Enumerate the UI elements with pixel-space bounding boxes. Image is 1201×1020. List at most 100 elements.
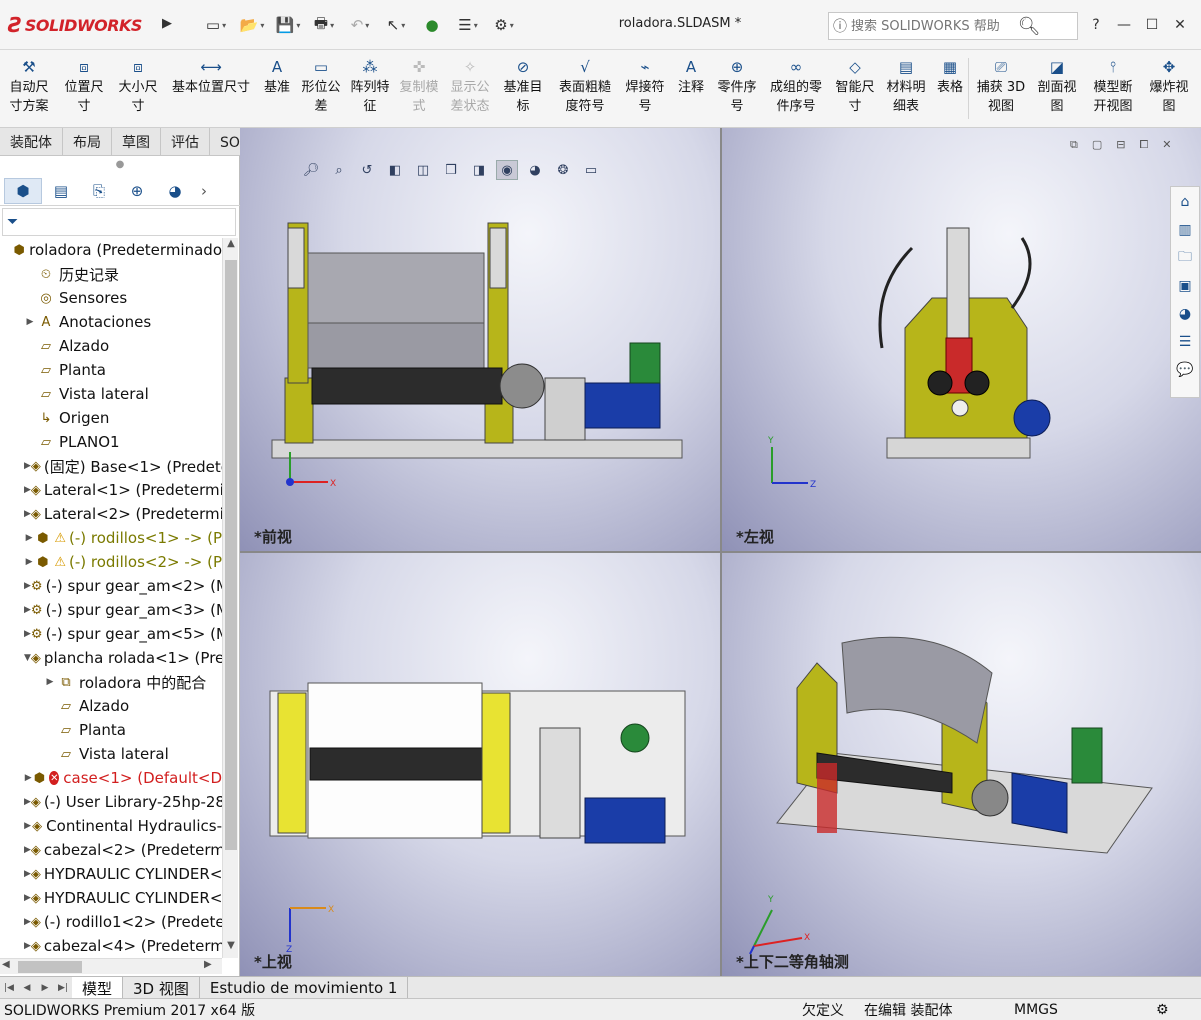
graphics-area[interactable]: *前视 X *左视 Y Z *上视 X Z *上下二等角轴测 Y X [240, 128, 1201, 976]
tree-item[interactable]: ◎ Sensores [0, 286, 222, 310]
solidworks-logo[interactable]: Ƨ SOLIDWORKS [8, 10, 156, 40]
datum-button[interactable]: A 基准 [260, 50, 294, 127]
expand-icon[interactable]: ▶ [24, 629, 31, 639]
tree-item[interactable]: ▶ ⬢ ⚠ (-) rodillos<2> -> (P [0, 550, 222, 574]
tab-0[interactable]: 装配体 [0, 128, 63, 156]
display-manager-tab-icon[interactable]: ◕ [156, 178, 194, 204]
restore-viewport-icon[interactable]: ⧉ [1070, 138, 1078, 152]
max-viewport-icon[interactable]: ⧠ [1139, 138, 1148, 152]
bottom-tab-1[interactable]: 3D 视图 [123, 977, 200, 999]
undo-icon[interactable]: ↶ ▾ [344, 12, 376, 38]
tree-item[interactable]: ▶ A Anotaciones [0, 310, 222, 334]
viewport-front[interactable]: *前视 X [240, 128, 720, 551]
tree-item[interactable]: ▶ ⚙ (-) spur gear_am<5> (M [0, 622, 222, 646]
exploded-view-button[interactable]: ✥ 爆炸视图 [1143, 50, 1195, 127]
view-orientation-icon[interactable]: ❒ [440, 160, 462, 180]
tree-item[interactable]: ⬢ roladora (Predeterminado [0, 238, 222, 262]
expand-icon[interactable]: ▶ [24, 509, 31, 519]
tree-item[interactable]: ▶ ◈ HYDRAULIC CYLINDER< [0, 886, 222, 910]
bottom-tab-0[interactable]: 模型 [72, 977, 124, 999]
tree-item[interactable]: ▶ ◈ (-) User Library-25hp-28 [0, 790, 222, 814]
expand-icon[interactable]: ▶ [24, 581, 31, 591]
tree-item[interactable]: ▶ ⬢ ✕ case<1> (Default<D [0, 766, 222, 790]
tree-item[interactable]: ▶ ◈ Lateral<2> (Predetermi [0, 502, 222, 526]
table-button[interactable]: ▦ 表格 [934, 50, 966, 127]
tree-item[interactable]: ▶ ⚙ (-) spur gear_am<3> (M [0, 598, 222, 622]
tree-item[interactable]: ▱ Vista lateral [0, 382, 222, 406]
model-break-view-button[interactable]: ⫯ 模型断 开视图 [1087, 50, 1139, 127]
solidworks-resources-icon[interactable]: ⌂ [1173, 191, 1197, 213]
tree-filter[interactable]: ⏷ [2, 208, 236, 236]
tree-item[interactable]: ▶ ◈ (-) rodillo1<2> (Predete [0, 910, 222, 934]
tree-item[interactable]: ⏲ 历史记录 [0, 262, 222, 286]
scroll-thumb[interactable] [225, 260, 237, 850]
previous-view-icon[interactable]: ↺ [356, 160, 378, 180]
tree-item[interactable]: ▶ ◈ Continental Hydraulics- [0, 814, 222, 838]
tree-item[interactable]: ▱ Alzado [0, 694, 222, 718]
print-icon[interactable]: 🖶 ▾ [308, 12, 340, 38]
first-tab-icon[interactable]: |◀ [0, 977, 18, 999]
tree-item[interactable]: ▱ Planta [0, 358, 222, 382]
pattern-feature-button[interactable]: ⁂ 阵列特征 [348, 50, 392, 127]
tree-item[interactable]: ▶ ◈ Lateral<1> (Predetermi [0, 478, 222, 502]
panel-expand-icon[interactable]: › [194, 178, 214, 204]
basic-location-dimension-button[interactable]: ⟷ 基本位置尺寸 [166, 50, 256, 127]
display-style-icon[interactable]: ◨ [468, 160, 490, 180]
auto-dimension-button[interactable]: ⚒ 自动尺 寸方案 [4, 50, 54, 127]
balloon-button[interactable]: ⊕ 零件序号 [714, 50, 760, 127]
options-icon[interactable]: ⚙ ▾ [488, 12, 520, 38]
close-button[interactable]: ✕ [1169, 12, 1191, 38]
stacked-balloon-button[interactable]: ∞ 成组的零 件序号 [764, 50, 828, 127]
location-dimension-button[interactable]: ⧈ 位置尺寸 [58, 50, 110, 127]
hide-show-items-icon[interactable]: ◉ [496, 160, 518, 180]
status-customize-icon[interactable]: ⚙ [1156, 1002, 1169, 1018]
expand-icon[interactable]: ▶ [24, 869, 31, 879]
tree-item[interactable]: ▶ ⧉ roladora 中的配合 [0, 670, 222, 694]
expand-icon[interactable]: ▶ [24, 485, 31, 495]
tile-viewport-icon[interactable]: ▢ [1092, 138, 1102, 152]
dimxpert-tab-icon[interactable]: ⊕ [118, 178, 156, 204]
status-units[interactable]: MMGS [1014, 1002, 1058, 1018]
last-tab-icon[interactable]: ▶| [54, 977, 72, 999]
search-input[interactable] [851, 18, 1011, 34]
bottom-tab-2[interactable]: Estudio de movimiento 1 [200, 977, 409, 999]
tab-2[interactable]: 草图 [112, 128, 161, 156]
select-icon[interactable]: ↖ ▾ [380, 12, 412, 38]
hscroll-thumb[interactable] [18, 961, 82, 973]
expand-icon[interactable]: ▶ [44, 677, 56, 687]
section-view-button[interactable]: ◪ 剖面视图 [1031, 50, 1083, 127]
capture-3d-view-button[interactable]: ⎚ 捕获 3D 视图 [975, 50, 1027, 127]
open-document-icon[interactable]: 📂 ▾ [236, 12, 268, 38]
apply-scene-icon[interactable]: ❂ [552, 160, 574, 180]
expand-icon[interactable]: ▶ [24, 845, 31, 855]
next-tab-icon[interactable]: ▶ [36, 977, 54, 999]
scroll-left-icon[interactable]: ◀ [2, 959, 10, 970]
rebuild-icon[interactable]: ● [416, 12, 448, 38]
solidworks-forum-icon[interactable]: 💬 [1173, 359, 1197, 381]
file-properties-icon[interactable]: ☰ ▾ [452, 12, 484, 38]
tree-item[interactable]: ▱ Alzado [0, 334, 222, 358]
tree-item[interactable]: ↳ Origen [0, 406, 222, 430]
expand-icon[interactable]: ▶ [24, 773, 32, 783]
expand-icon[interactable]: ▶ [24, 917, 31, 927]
size-dimension-button[interactable]: ⧈ 大小尺寸 [114, 50, 162, 127]
custom-properties-icon[interactable]: ☰ [1173, 331, 1197, 353]
prev-tab-icon[interactable]: ◀ [18, 977, 36, 999]
weld-symbol-button[interactable]: ⌁ 焊接符号 [622, 50, 668, 127]
configuration-manager-tab-icon[interactable]: ⎘ [80, 178, 118, 204]
appearances-icon[interactable]: ◕ [1173, 303, 1197, 325]
search-box[interactable]: ⓘ 🔍︎ [828, 12, 1078, 40]
scroll-right-icon[interactable]: ▶ [204, 959, 212, 970]
expand-icon[interactable]: ▶ [24, 533, 34, 543]
copy-scheme-button[interactable]: ✜ 复制模式 [396, 50, 442, 127]
panel-grip[interactable]: ● [0, 156, 240, 174]
smart-dimension-button[interactable]: ◇ 智能尺寸 [832, 50, 878, 127]
view-settings-icon[interactable]: ▭ [580, 160, 602, 180]
design-library-icon[interactable]: ▥ [1173, 219, 1197, 241]
tab-3[interactable]: 评估 [161, 128, 210, 156]
expand-icon[interactable]: ▶ [24, 605, 31, 615]
show-tolerance-status-button[interactable]: ✧ 显示公 差状态 [446, 50, 494, 127]
tree-horizontal-scrollbar[interactable]: ◀ ▶ [0, 958, 222, 974]
tree-item[interactable]: ▶ ◈ cabezal<2> (Predeterm [0, 838, 222, 862]
maximize-button[interactable]: ☐ [1141, 12, 1163, 38]
